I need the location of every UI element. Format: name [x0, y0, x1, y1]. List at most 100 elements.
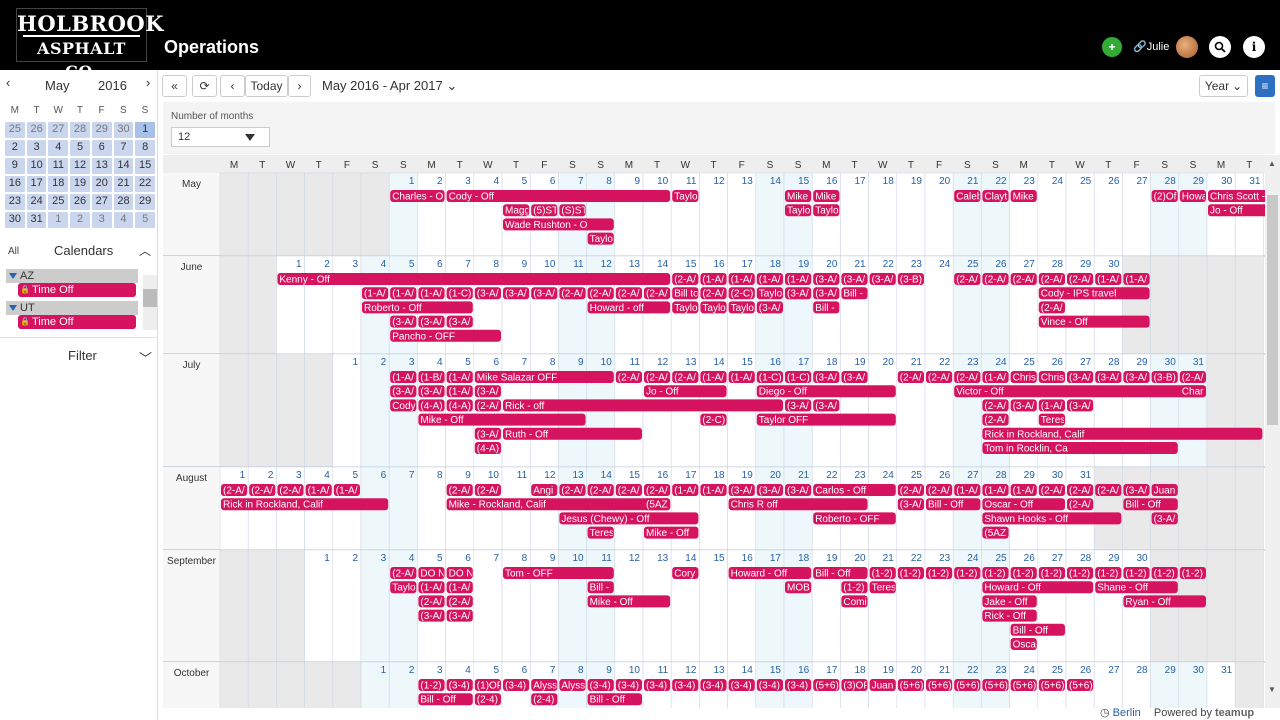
day-number[interactable]: 17 — [854, 176, 866, 187]
day-cell[interactable] — [501, 549, 531, 663]
day-number[interactable]: 22 — [826, 470, 838, 481]
event-label[interactable]: (2-A/ — [928, 373, 950, 384]
event-label[interactable]: (3-A/ — [449, 317, 471, 328]
calendar-item-ut-time-off[interactable]: Time Off — [18, 315, 136, 329]
day-number[interactable]: 22 — [883, 259, 895, 270]
day-number[interactable]: 19 — [854, 357, 866, 368]
day-cell[interactable] — [276, 255, 305, 355]
event-label[interactable]: Tom in Rocklin, Ca — [984, 444, 1068, 455]
day-number[interactable]: 16 — [742, 553, 754, 564]
day-number[interactable]: 25 — [995, 553, 1007, 564]
day-number[interactable]: 20 — [770, 470, 782, 481]
day-number[interactable]: 24 — [939, 259, 951, 270]
event-label[interactable]: Jo - Off — [1210, 206, 1243, 217]
event-label[interactable]: DO N — [420, 569, 445, 580]
day-number[interactable]: 7 — [465, 259, 471, 270]
day-number[interactable]: 21 — [883, 553, 895, 564]
day-number[interactable]: 20 — [826, 259, 838, 270]
event-label[interactable]: (3-A/ — [759, 486, 781, 497]
day-cell[interactable] — [1009, 255, 1039, 355]
event-label[interactable]: (1)OF — [477, 681, 503, 692]
double-chevron-left-icon[interactable]: « — [162, 75, 187, 97]
event-label[interactable]: (1-C) — [449, 289, 472, 300]
event-label[interactable]: Alyss — [533, 681, 557, 692]
day-number[interactable]: 17 — [770, 553, 782, 564]
event-label[interactable]: (1-2) — [1182, 569, 1203, 580]
event-label[interactable]: (2-A/ — [1069, 486, 1091, 497]
event-label[interactable]: (2-A/ — [590, 486, 612, 497]
mini-day[interactable]: 26 — [26, 122, 47, 138]
menu-icon[interactable]: ≡ — [1255, 75, 1275, 97]
event-label[interactable]: (1-A/ — [702, 373, 724, 384]
day-cell[interactable] — [840, 255, 869, 355]
mini-month[interactable]: May — [45, 78, 70, 93]
day-number[interactable]: 26 — [1024, 553, 1036, 564]
day-number[interactable]: 6 — [550, 176, 556, 187]
event-label[interactable]: (2-A/ — [646, 373, 668, 384]
event-label[interactable]: (3-A/ — [505, 289, 527, 300]
event-label[interactable]: Bill - Off — [815, 569, 851, 580]
day-number[interactable]: 6 — [465, 553, 471, 564]
event-label[interactable]: Roberto - OFF — [815, 514, 879, 525]
event-label[interactable]: Bill - Off — [1125, 500, 1161, 511]
mini-day[interactable]: 29 — [135, 194, 156, 210]
mini-day[interactable]: 8 — [135, 140, 156, 156]
day-number[interactable]: 2 — [381, 357, 387, 368]
mini-day[interactable]: 3 — [91, 212, 112, 228]
event-label[interactable]: Magg — [505, 206, 530, 217]
day-number[interactable]: 18 — [713, 470, 725, 481]
day-number[interactable]: 13 — [657, 553, 669, 564]
day-number[interactable]: 25 — [911, 470, 923, 481]
event-label[interactable]: Bill - Off — [420, 695, 456, 706]
day-number[interactable]: 19 — [826, 553, 838, 564]
event-label[interactable]: (1-A/ — [449, 373, 471, 384]
day-number[interactable]: 14 — [770, 176, 782, 187]
day-cell[interactable] — [952, 353, 982, 468]
event-label[interactable]: (3-A/ — [843, 275, 865, 286]
scroll-down-icon[interactable]: ▼ — [1268, 685, 1276, 694]
day-number[interactable]: 5 — [352, 470, 358, 481]
day-number[interactable]: 5 — [409, 259, 415, 270]
event-label[interactable]: Caleb — [956, 192, 983, 203]
day-cell[interactable] — [868, 549, 898, 663]
event-label[interactable]: (3-4) — [787, 681, 808, 692]
mini-day[interactable]: 11 — [48, 158, 69, 174]
day-number[interactable]: 19 — [798, 259, 810, 270]
event-label[interactable]: (1-A/ — [787, 275, 809, 286]
event-label[interactable]: (2-4) — [533, 695, 554, 706]
day-cell[interactable] — [1093, 549, 1123, 663]
event-label[interactable]: (1-A/ — [731, 275, 753, 286]
event-label[interactable]: (3-A/ — [1097, 373, 1119, 384]
event-label[interactable]: (2-A/ — [674, 373, 696, 384]
event-label[interactable]: Taylo — [815, 206, 839, 217]
event-label[interactable]: (3-A/ — [843, 373, 865, 384]
day-number[interactable]: 14 — [685, 553, 697, 564]
event-label[interactable]: (2-4) — [477, 695, 498, 706]
day-number[interactable]: 29 — [1136, 357, 1148, 368]
event-label[interactable]: (4-A) — [449, 401, 471, 412]
day-number[interactable]: 1 — [240, 470, 246, 481]
day-number[interactable]: 27 — [1080, 357, 1092, 368]
event-bar[interactable] — [503, 399, 783, 412]
day-number[interactable]: 5 — [437, 553, 443, 564]
search-icon[interactable] — [1209, 36, 1231, 58]
day-number[interactable]: 9 — [606, 665, 612, 676]
event-label[interactable]: (2-A/ — [449, 486, 471, 497]
day-number[interactable]: 24 — [883, 470, 895, 481]
event-label[interactable]: (1-A/ — [449, 387, 471, 398]
event-label[interactable]: (1-A/ — [984, 486, 1006, 497]
day-number[interactable]: 4 — [409, 553, 415, 564]
day-number[interactable]: 12 — [713, 176, 725, 187]
event-label[interactable]: (3-4) — [759, 681, 780, 692]
day-number[interactable]: 10 — [488, 470, 500, 481]
event-label[interactable]: (5+6) — [1069, 681, 1093, 692]
event-label[interactable]: Charles - O — [392, 192, 443, 203]
event-label[interactable]: Mike — [815, 192, 837, 203]
event-label[interactable]: Bill - Off — [928, 500, 964, 511]
day-number[interactable]: 20 — [854, 553, 866, 564]
day-cell[interactable] — [868, 353, 898, 468]
event-label[interactable]: (2-A/ — [1041, 275, 1063, 286]
mini-day[interactable]: 27 — [91, 194, 112, 210]
day-number[interactable]: 14 — [742, 665, 754, 676]
day-number[interactable]: 8 — [493, 259, 499, 270]
